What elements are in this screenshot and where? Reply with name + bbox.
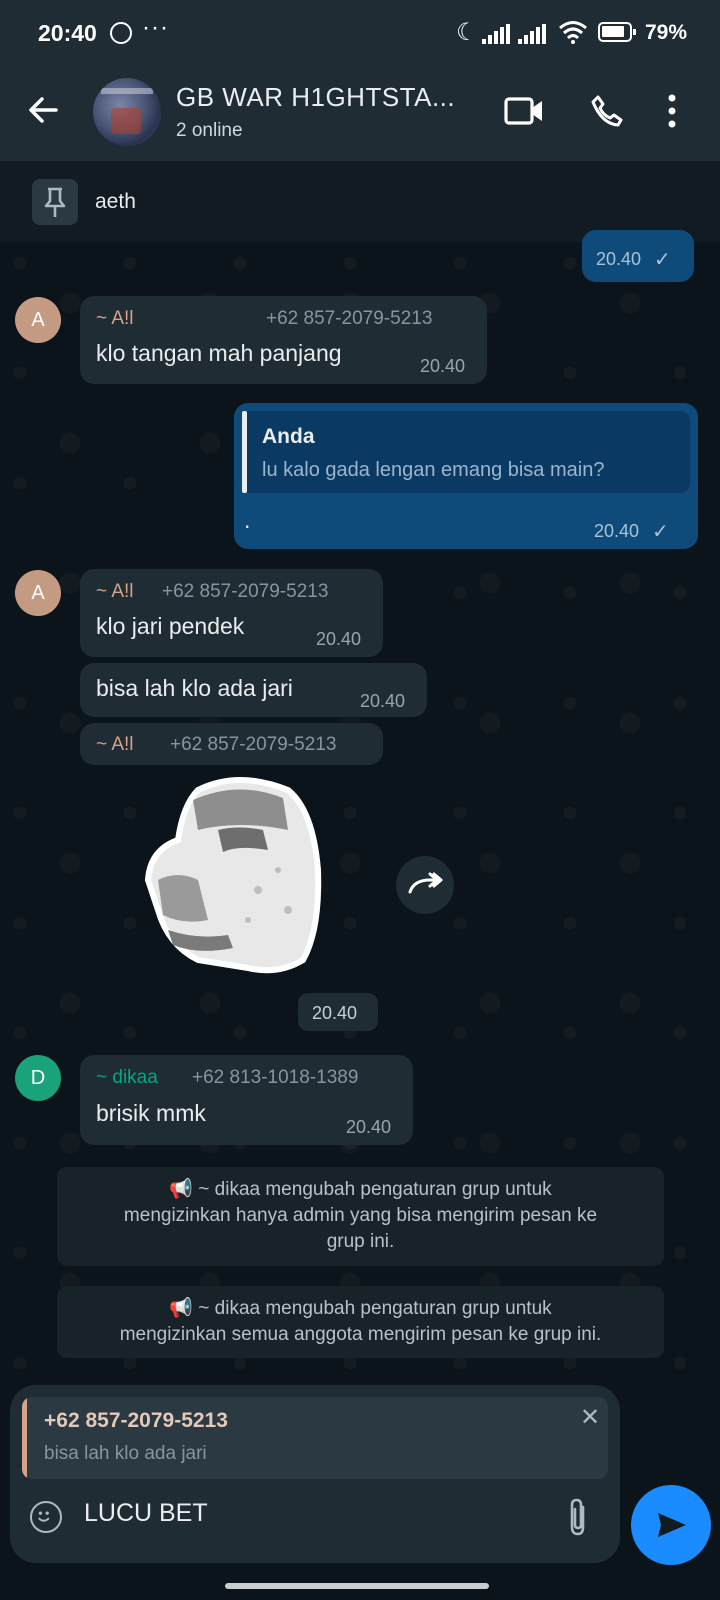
message-text: klo tangan mah panjang xyxy=(96,340,342,366)
wifi-icon xyxy=(559,21,587,44)
message-text: klo jari pendek xyxy=(96,613,245,639)
status-bar: 20:40 ··· ☾ 79% xyxy=(0,0,720,66)
message-input[interactable]: LUCU BET xyxy=(84,1499,208,1528)
dnd-moon-icon: ☾ xyxy=(456,19,478,46)
forward-button[interactable] xyxy=(396,856,454,914)
sender-name[interactable]: ~ A!l xyxy=(96,581,134,603)
message-bubble-outgoing[interactable]: Anda lu kalo gada lengan emang bisa main… xyxy=(234,403,698,549)
avatar[interactable]: A xyxy=(15,297,61,343)
video-call-icon[interactable] xyxy=(504,96,544,126)
system-message-line: mengizinkan hanya admin yang bisa mengir… xyxy=(123,1205,598,1226)
attach-icon[interactable] xyxy=(566,1497,590,1537)
sticker-sender-label[interactable]: ~ A!l +62 857-2079-5213 xyxy=(80,723,383,765)
group-name[interactable]: GB WAR H1GHTSTA... xyxy=(176,82,455,113)
system-message: 📢 ~ dikaa mengubah pengaturan grup untuk… xyxy=(57,1167,664,1266)
close-icon[interactable]: ✕ xyxy=(580,1403,600,1432)
system-message-line: 📢 ~ dikaa mengubah pengaturan grup untuk xyxy=(169,1179,552,1200)
send-icon xyxy=(658,1513,686,1537)
sticker-time-badge: 20.40 xyxy=(298,993,378,1031)
pinned-text: aeth xyxy=(95,190,136,213)
avatar[interactable]: D xyxy=(15,1055,61,1101)
message-bubble-incoming[interactable]: bisa lah klo ada jari 20.40 xyxy=(80,663,427,717)
message-time: 20.40 xyxy=(360,691,406,711)
sticker-emoji-icon[interactable] xyxy=(30,1501,62,1533)
gesture-bar[interactable] xyxy=(225,1583,489,1589)
signal-icon xyxy=(482,24,510,44)
avatar[interactable]: A xyxy=(15,570,61,616)
quoted-message[interactable]: Anda lu kalo gada lengan emang bisa main… xyxy=(242,411,690,493)
signal-2-icon xyxy=(518,24,546,44)
message-bubble-outgoing[interactable]: 20.40 ✓ xyxy=(582,230,694,282)
sender-phone: +62 857-2079-5213 xyxy=(170,734,337,755)
pin-icon xyxy=(32,179,78,225)
sender-phone: +62 857-2079-5213 xyxy=(266,308,433,329)
sender-name[interactable]: ~ A!l xyxy=(96,308,134,330)
message-time: 20.40 xyxy=(420,356,466,376)
moai-sticker[interactable] xyxy=(138,770,338,980)
sender-phone: +62 813-1018-1389 xyxy=(192,1067,359,1088)
system-message-line: 📢 ~ dikaa mengubah pengaturan grup untuk xyxy=(169,1298,552,1319)
battery-percent: 79% xyxy=(645,21,688,44)
message-text: . xyxy=(244,507,251,533)
reply-text: bisa lah klo ada jari xyxy=(44,1443,207,1464)
sent-check-icon: ✓ xyxy=(652,521,669,543)
reply-preview[interactable]: +62 857-2079-5213 bisa lah klo ada jari … xyxy=(22,1397,608,1479)
message-time: 20.40 xyxy=(594,521,640,541)
status-time: 20:40 xyxy=(38,20,97,46)
message-bubble-incoming[interactable]: ~ A!l +62 857-2079-5213 klo tangan mah p… xyxy=(80,296,487,384)
message-bubble-incoming[interactable]: ~ A!l +62 857-2079-5213 klo jari pendek … xyxy=(80,569,383,657)
sender-phone: +62 857-2079-5213 xyxy=(162,581,329,602)
group-avatar[interactable] xyxy=(93,78,161,146)
message-composer: +62 857-2079-5213 bisa lah klo ada jari … xyxy=(10,1385,620,1563)
chat-header: GB WAR H1GHTSTA... 2 online xyxy=(0,66,720,160)
sent-check-icon: ✓ xyxy=(654,249,671,271)
system-message-line: mengizinkan semua anggota mengirim pesan… xyxy=(119,1324,602,1345)
back-arrow-icon[interactable] xyxy=(26,92,62,128)
message-time: 20.40 xyxy=(596,249,642,269)
battery-icon xyxy=(598,22,636,42)
message-text: brisik mmk xyxy=(96,1100,206,1126)
voice-call-icon[interactable] xyxy=(590,94,624,128)
quote-author: Anda xyxy=(262,425,315,448)
more-options-icon[interactable] xyxy=(668,94,676,128)
whatsapp-notification-icon xyxy=(110,22,132,44)
message-time: 20.40 xyxy=(316,629,362,649)
forward-icon xyxy=(408,872,443,894)
message-text: bisa lah klo ada jari xyxy=(96,675,293,701)
sender-name[interactable]: ~ dikaa xyxy=(96,1067,158,1089)
send-button[interactable] xyxy=(631,1485,711,1565)
sender-name[interactable]: ~ A!l xyxy=(96,734,134,756)
quote-text: lu kalo gada lengan emang bisa main? xyxy=(262,459,605,481)
message-time: 20.40 xyxy=(312,1003,358,1023)
system-message-line: grup ini. xyxy=(326,1231,395,1252)
message-time: 20.40 xyxy=(346,1117,392,1137)
message-bubble-incoming[interactable]: ~ dikaa +62 813-1018-1389 brisik mmk 20.… xyxy=(80,1055,413,1145)
system-message: 📢 ~ dikaa mengubah pengaturan grup untuk… xyxy=(57,1286,664,1358)
online-status: 2 online xyxy=(176,120,243,141)
more-notifications-icon: ··· xyxy=(142,14,169,41)
reply-author: +62 857-2079-5213 xyxy=(44,1409,228,1432)
